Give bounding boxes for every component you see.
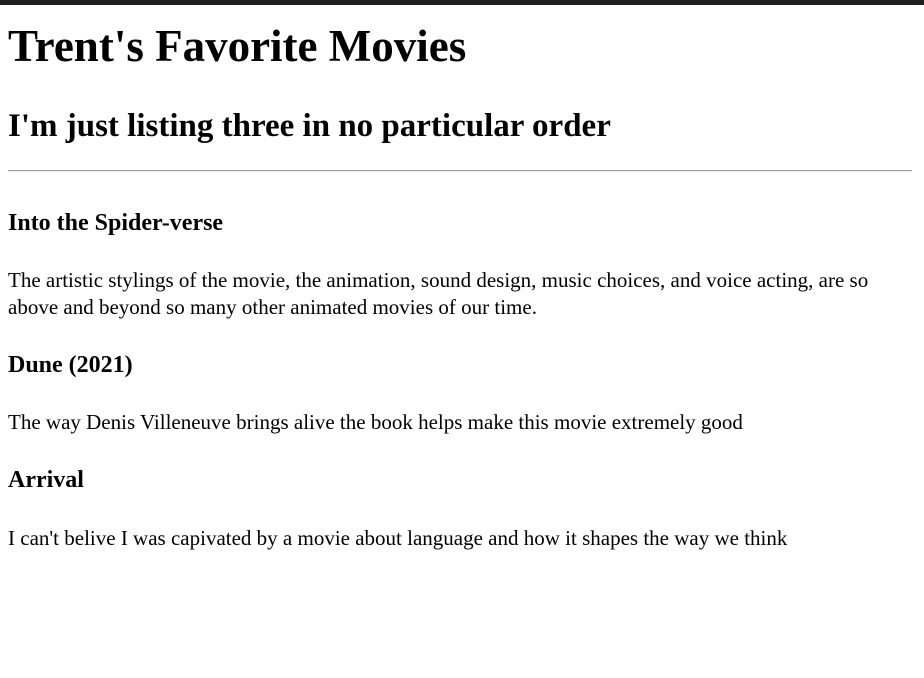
movie-title-dune: Dune (2021): [8, 352, 133, 378]
page-subtitle: I'm just listing three in no particular …: [8, 108, 611, 144]
movie-title-spider-verse: Into the Spider-verse: [8, 210, 224, 236]
movie-description-spider-verse: The artistic stylings of the movie, the …: [8, 268, 869, 319]
window-top-bar: [0, 0, 924, 5]
page-title: Trent's Favorite Movies: [8, 21, 467, 71]
movie-description-dune: The way Denis Villeneuve brings alive th…: [8, 410, 743, 434]
divider: [8, 170, 912, 172]
movie-title-arrival: Arrival: [8, 467, 84, 493]
movie-description-arrival: I can't belive I was capivated by a movi…: [8, 526, 788, 550]
